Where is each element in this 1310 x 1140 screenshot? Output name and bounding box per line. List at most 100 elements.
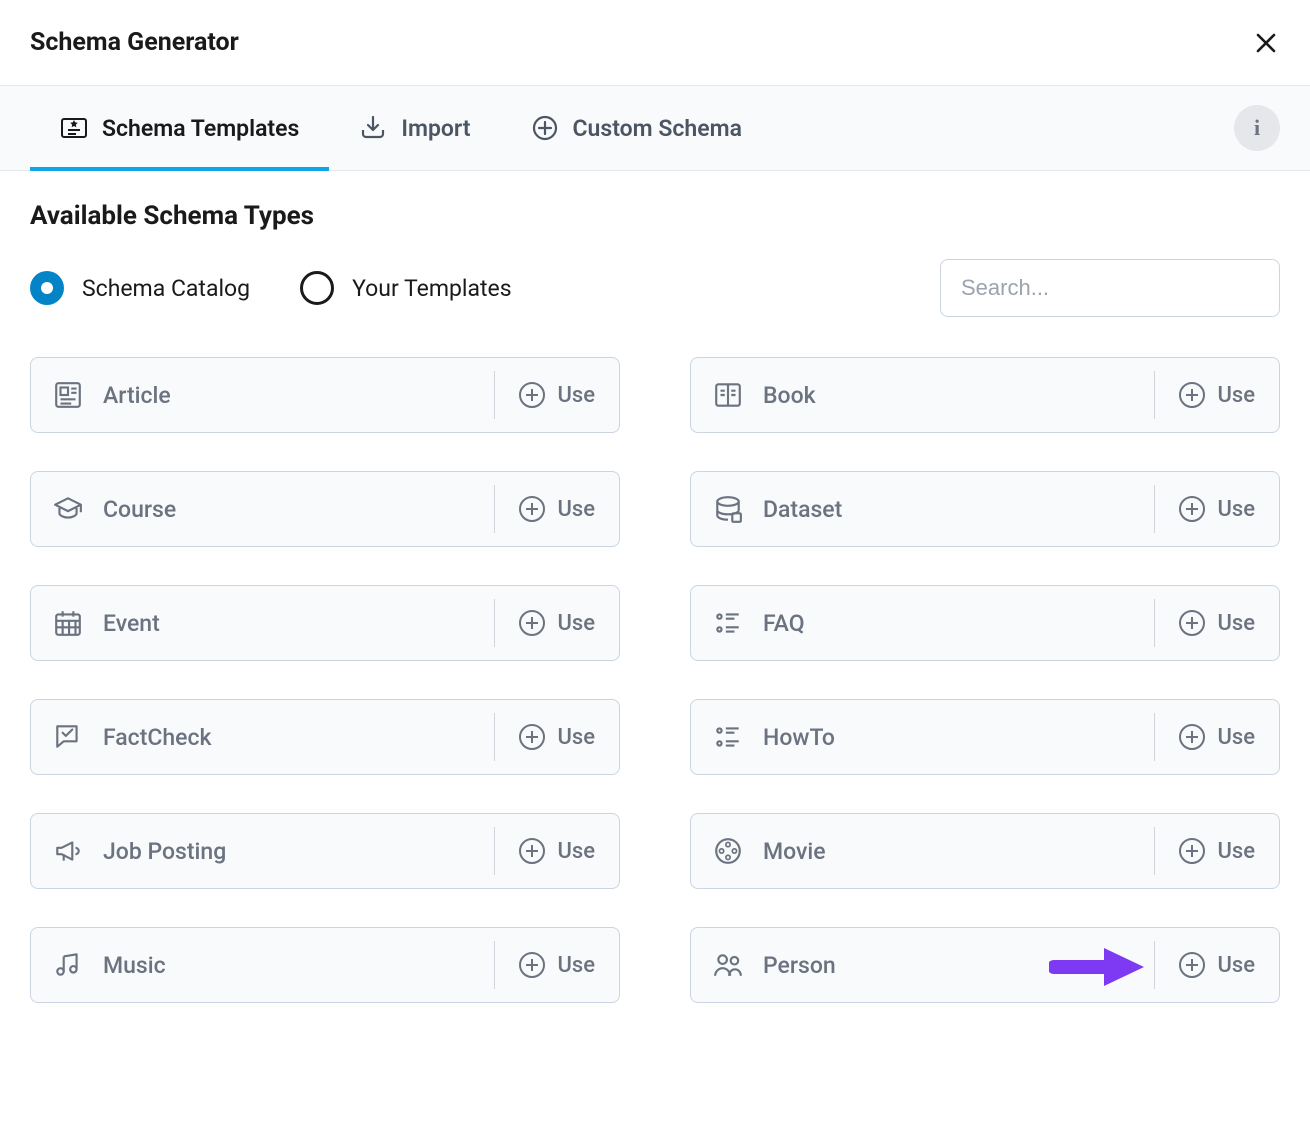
book-icon: [711, 380, 745, 410]
person-icon: [711, 950, 745, 980]
radio-label: Schema Catalog: [82, 275, 250, 302]
templates-icon: [60, 114, 88, 142]
use-label: Use: [557, 383, 595, 408]
schema-card-course: Course Use: [30, 471, 620, 547]
use-label: Use: [557, 611, 595, 636]
plus-circle-icon: [519, 610, 545, 636]
schema-card-howto: HowTo Use: [690, 699, 1280, 775]
controls-row: Schema Catalog Your Templates: [30, 259, 1280, 317]
schema-card-label: Person: [763, 952, 1154, 979]
plus-circle-icon: [1179, 838, 1205, 864]
use-button[interactable]: Use: [1154, 827, 1279, 875]
movie-icon: [711, 836, 745, 866]
use-label: Use: [1217, 497, 1255, 522]
close-icon: [1254, 31, 1278, 55]
schema-card-label: Course: [103, 496, 494, 523]
use-label: Use: [557, 953, 595, 978]
plus-circle-icon: [519, 496, 545, 522]
use-button[interactable]: Use: [494, 599, 619, 647]
use-label: Use: [557, 497, 595, 522]
plus-circle-icon: [1179, 952, 1205, 978]
schema-card-dataset: Dataset Use: [690, 471, 1280, 547]
schema-card-movie: Movie Use: [690, 813, 1280, 889]
list-icon: [711, 608, 745, 638]
use-button[interactable]: Use: [1154, 485, 1279, 533]
tab-import[interactable]: Import: [329, 86, 500, 170]
schema-card-label: Event: [103, 610, 494, 637]
use-button[interactable]: Use: [1154, 713, 1279, 761]
plus-circle-icon: [1179, 496, 1205, 522]
close-button[interactable]: [1252, 29, 1280, 57]
plus-circle-icon: [531, 114, 559, 142]
plus-circle-icon: [1179, 382, 1205, 408]
schema-card-article: Article Use: [30, 357, 620, 433]
use-button[interactable]: Use: [1154, 599, 1279, 647]
radio-dot-icon: [300, 271, 334, 305]
radio-your-templates[interactable]: Your Templates: [300, 271, 512, 305]
import-icon: [359, 114, 387, 142]
info-button[interactable]: i: [1234, 105, 1280, 151]
search-input[interactable]: [940, 259, 1280, 317]
tab-label: Import: [401, 115, 470, 142]
schema-card-book: Book Use: [690, 357, 1280, 433]
use-button[interactable]: Use: [494, 713, 619, 761]
schema-card-label: HowTo: [763, 724, 1154, 751]
modal-header: Schema Generator: [0, 0, 1310, 86]
use-button[interactable]: Use: [494, 941, 619, 989]
schema-card-label: Dataset: [763, 496, 1154, 523]
use-label: Use: [557, 725, 595, 750]
use-button[interactable]: Use: [1154, 371, 1279, 419]
use-label: Use: [1217, 725, 1255, 750]
schema-card-faq: FAQ Use: [690, 585, 1280, 661]
schema-card-factcheck: FactCheck Use: [30, 699, 620, 775]
use-label: Use: [1217, 953, 1255, 978]
modal-title: Schema Generator: [30, 28, 239, 57]
tab-schema-templates[interactable]: Schema Templates: [30, 86, 329, 170]
use-label: Use: [557, 839, 595, 864]
megaphone-icon: [51, 836, 85, 866]
event-icon: [51, 608, 85, 638]
schema-card-label: Music: [103, 952, 494, 979]
schema-card-event: Event Use: [30, 585, 620, 661]
course-icon: [51, 494, 85, 524]
radio-schema-catalog[interactable]: Schema Catalog: [30, 271, 250, 305]
tab-label: Custom Schema: [573, 115, 742, 142]
article-icon: [51, 380, 85, 410]
music-icon: [51, 950, 85, 980]
schema-card-label: Movie: [763, 838, 1154, 865]
use-button[interactable]: Use: [494, 371, 619, 419]
list-icon: [711, 722, 745, 752]
schema-card-label: FactCheck: [103, 724, 494, 751]
plus-circle-icon: [1179, 610, 1205, 636]
plus-circle-icon: [519, 382, 545, 408]
section-title: Available Schema Types: [30, 201, 1280, 231]
schema-card-label: Book: [763, 382, 1154, 409]
tab-bar: Schema Templates Import Custom Schema i: [0, 86, 1310, 171]
use-label: Use: [1217, 839, 1255, 864]
radio-group: Schema Catalog Your Templates: [30, 271, 512, 305]
use-button[interactable]: Use: [494, 485, 619, 533]
schema-card-music: Music Use: [30, 927, 620, 1003]
info-icon: i: [1254, 115, 1260, 141]
radio-label: Your Templates: [352, 275, 512, 302]
schema-card-label: Article: [103, 382, 494, 409]
schema-card-label: Job Posting: [103, 838, 494, 865]
plus-circle-icon: [519, 838, 545, 864]
use-button[interactable]: Use: [494, 827, 619, 875]
tab-custom-schema[interactable]: Custom Schema: [501, 86, 772, 170]
plus-circle-icon: [1179, 724, 1205, 750]
plus-circle-icon: [519, 952, 545, 978]
use-label: Use: [1217, 383, 1255, 408]
plus-circle-icon: [519, 724, 545, 750]
schema-card-jobposting: Job Posting Use: [30, 813, 620, 889]
schema-card-label: FAQ: [763, 610, 1154, 637]
factcheck-icon: [51, 722, 85, 752]
use-label: Use: [1217, 611, 1255, 636]
tab-label: Schema Templates: [102, 115, 299, 142]
schema-grid: ArticleUseBookUseCourseUseDatasetUseEven…: [30, 357, 1280, 1003]
radio-dot-icon: [30, 271, 64, 305]
content-area: Available Schema Types Schema Catalog Yo…: [0, 171, 1310, 1003]
schema-card-person: Person Use: [690, 927, 1280, 1003]
dataset-icon: [711, 494, 745, 524]
use-button[interactable]: Use: [1154, 941, 1279, 989]
